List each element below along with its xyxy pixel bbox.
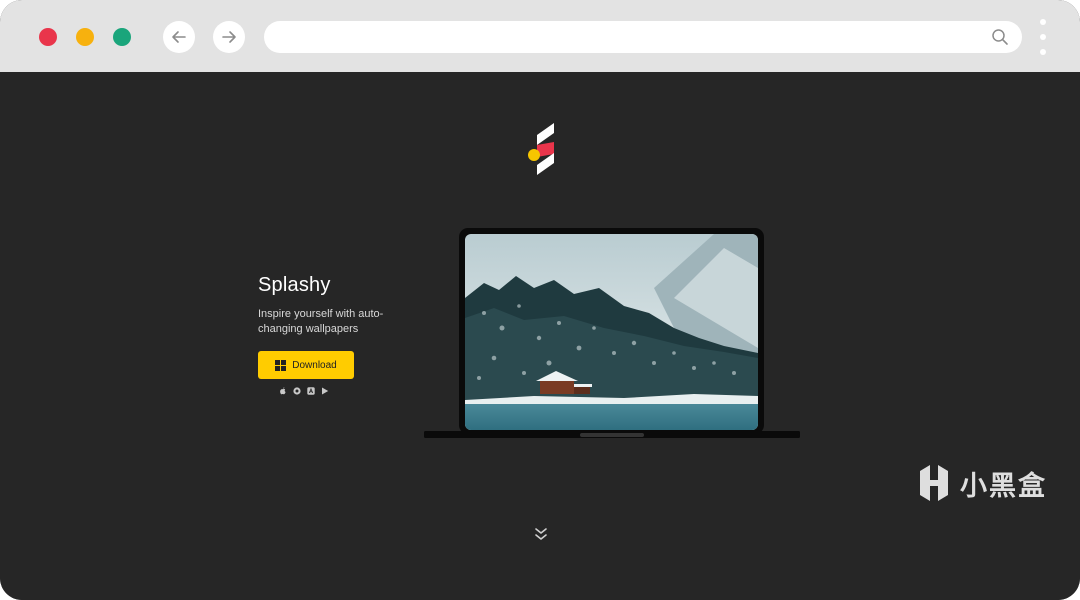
browser-window: Splashy Inspire yourself with auto-chang… [0, 0, 1080, 600]
chrome-icon[interactable] [293, 387, 301, 395]
play-store-icon[interactable] [321, 387, 329, 395]
platform-links [279, 385, 329, 397]
arrow-right-icon [222, 31, 236, 43]
minimize-window-button[interactable] [76, 28, 94, 46]
close-window-button[interactable] [39, 28, 57, 46]
download-button-label: Download [292, 359, 337, 371]
maximize-window-button[interactable] [113, 28, 131, 46]
forward-button[interactable] [213, 21, 245, 53]
browser-toolbar [0, 0, 1080, 72]
apple-icon[interactable] [279, 387, 287, 395]
download-button[interactable]: Download [258, 351, 354, 379]
windows-icon [275, 359, 287, 371]
laptop-preview-image [424, 228, 800, 438]
double-chevron-down-icon[interactable] [533, 527, 549, 541]
watermark-text: 小黑盒 [960, 470, 1047, 501]
splashy-logo-icon [528, 123, 554, 175]
address-bar[interactable] [264, 21, 1022, 53]
back-button[interactable] [163, 21, 195, 53]
app-store-icon[interactable] [307, 387, 315, 395]
hero-title: Splashy [258, 274, 331, 296]
watermark: 小黑盒 [916, 461, 1047, 505]
arrow-left-icon [172, 31, 186, 43]
search-icon[interactable] [984, 21, 1016, 53]
kebab-menu-icon[interactable] [1034, 17, 1052, 57]
hero-tagline: Inspire yourself with auto-changing wall… [258, 308, 384, 335]
heybox-logo-icon [920, 465, 948, 501]
page-content: Splashy Inspire yourself with auto-chang… [0, 72, 1080, 600]
